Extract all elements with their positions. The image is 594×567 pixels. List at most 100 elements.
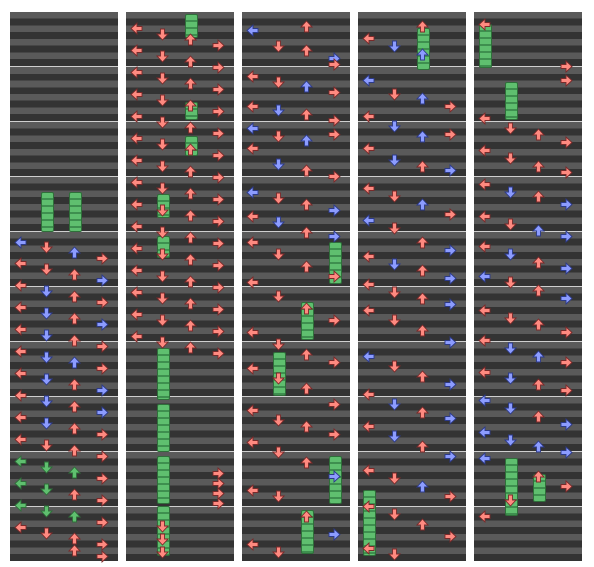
arrow-up-icon (184, 187, 197, 200)
arrow-up-icon (416, 236, 429, 249)
arrow-left-icon (130, 154, 143, 167)
arrow-down-icon (272, 40, 285, 53)
arrow-right-icon (96, 472, 109, 485)
arrow-down-icon (388, 40, 401, 53)
arrow-right-icon (96, 550, 109, 563)
arrow-left-icon (130, 242, 143, 255)
measure-line (10, 176, 118, 177)
measure-line (358, 66, 466, 67)
arrow-left-icon (14, 389, 27, 402)
arrow-down-icon (40, 395, 53, 408)
arrow-left-icon (246, 404, 259, 417)
arrow-right-icon (328, 128, 341, 141)
arrow-down-icon (504, 152, 517, 165)
arrow-right-icon (444, 530, 457, 543)
arrow-left-icon (130, 132, 143, 145)
arrow-left-icon (14, 345, 27, 358)
arrow-up-icon (300, 382, 313, 395)
arrow-up-icon (532, 224, 545, 237)
arrow-right-icon (328, 86, 341, 99)
arrow-left-icon (246, 24, 259, 37)
arrow-down-icon (156, 270, 169, 283)
arrow-down-icon (272, 104, 285, 117)
arrow-up-icon (68, 544, 81, 557)
arrow-right-icon (444, 244, 457, 257)
arrow-up-icon (300, 108, 313, 121)
chart-column-2 (126, 12, 234, 561)
arrow-right-icon (96, 494, 109, 507)
arrow-up-icon (68, 356, 81, 369)
arrow-down-icon (504, 276, 517, 289)
freeze-arrow-body (41, 192, 54, 232)
arrow-up-icon (532, 440, 545, 453)
measure-line (474, 506, 582, 507)
arrow-up-icon (184, 341, 197, 354)
arrow-left-icon (478, 452, 491, 465)
freeze-arrow-body (505, 458, 518, 516)
arrow-left-icon (130, 330, 143, 343)
arrow-up-icon (300, 260, 313, 273)
arrow-down-icon (40, 461, 53, 474)
arrow-up-icon (68, 378, 81, 391)
arrow-up-icon (184, 231, 197, 244)
arrow-up-icon (68, 400, 81, 413)
measure-block (126, 507, 234, 561)
arrow-up-icon (300, 302, 313, 315)
arrow-left-icon (130, 286, 143, 299)
freeze-arrow-body (157, 456, 170, 504)
arrow-up-icon (532, 190, 545, 203)
arrow-up-icon (416, 518, 429, 531)
arrow-down-icon (272, 490, 285, 503)
arrow-down-icon (388, 360, 401, 373)
arrow-right-icon (96, 296, 109, 309)
arrow-down-icon (40, 285, 53, 298)
arrow-left-icon (362, 500, 375, 513)
arrow-down-icon (272, 130, 285, 143)
arrow-left-icon (362, 350, 375, 363)
arrow-left-icon (246, 362, 259, 375)
arrow-right-icon (444, 128, 457, 141)
arrow-left-icon (130, 264, 143, 277)
arrow-down-icon (388, 430, 401, 443)
arrow-down-icon (156, 160, 169, 173)
arrow-up-icon (416, 440, 429, 453)
arrow-right-icon (212, 193, 225, 206)
arrow-up-icon (68, 290, 81, 303)
arrow-down-icon (156, 520, 169, 533)
arrow-left-icon (14, 455, 27, 468)
arrow-up-icon (532, 350, 545, 363)
arrow-right-icon (212, 303, 225, 316)
arrow-left-icon (478, 394, 491, 407)
arrow-up-icon (416, 130, 429, 143)
arrow-right-icon (212, 259, 225, 272)
arrow-down-icon (388, 314, 401, 327)
arrow-up-icon (184, 33, 197, 46)
arrow-down-icon (156, 314, 169, 327)
measure-line (242, 451, 350, 452)
arrow-up-icon (416, 198, 429, 211)
arrow-right-icon (96, 384, 109, 397)
arrow-left-icon (362, 182, 375, 195)
arrow-left-icon (246, 100, 259, 113)
arrow-left-icon (478, 426, 491, 439)
arrow-left-icon (478, 144, 491, 157)
arrow-right-icon (560, 198, 573, 211)
arrow-down-icon (40, 417, 53, 430)
arrow-left-icon (14, 521, 27, 534)
arrow-down-icon (388, 508, 401, 521)
arrow-up-icon (532, 160, 545, 173)
chart-column-1 (10, 12, 118, 563)
arrow-up-icon (532, 318, 545, 331)
arrow-right-icon (328, 428, 341, 441)
arrow-down-icon (40, 483, 53, 496)
arrow-up-icon (416, 264, 429, 277)
chart-column-4 (358, 12, 466, 561)
arrow-up-icon (184, 99, 197, 112)
measure-line (10, 121, 118, 122)
arrow-down-icon (156, 50, 169, 63)
freeze-arrow-body (157, 404, 170, 452)
arrow-left-icon (14, 301, 27, 314)
arrow-left-icon (362, 278, 375, 291)
arrow-left-icon (130, 88, 143, 101)
arrow-down-icon (388, 472, 401, 485)
